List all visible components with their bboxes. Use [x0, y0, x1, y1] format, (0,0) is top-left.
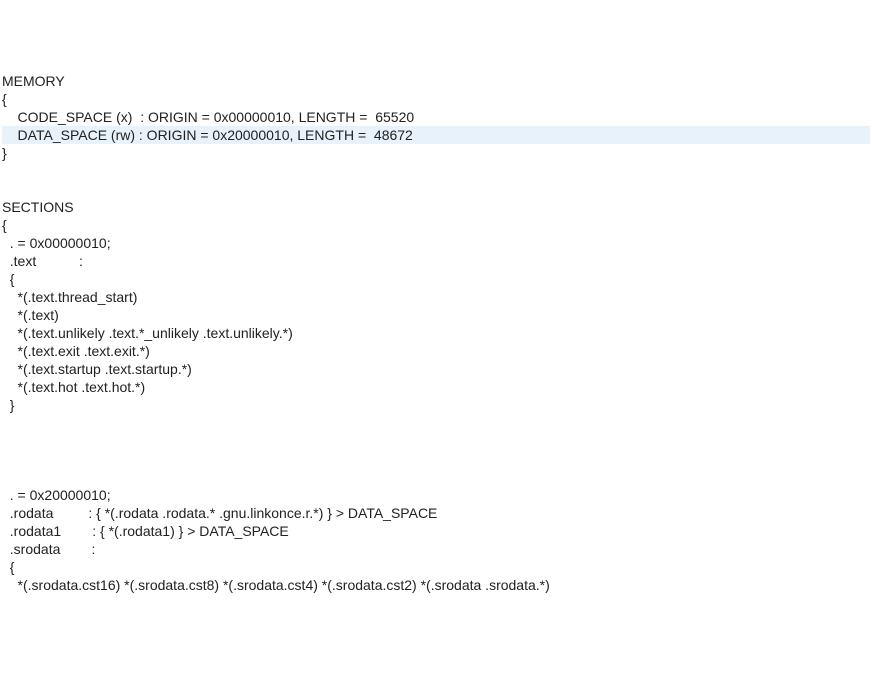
code-line: . = 0x00000010;: [2, 234, 870, 252]
code-line: *(.srodata.cst16) *(.srodata.cst8) *(.sr…: [2, 576, 870, 594]
code-line: *(.text.exit .text.exit.*): [2, 342, 870, 360]
code-line: [2, 414, 870, 432]
code-line: .srodata :: [2, 540, 870, 558]
code-line: .rodata1 : { *(.rodata1) } > DATA_SPACE: [2, 522, 870, 540]
code-line: . = 0x20000010;: [2, 486, 870, 504]
code-line: [2, 450, 870, 468]
linker-script-code: MEMORY{ CODE_SPACE (x) : ORIGIN = 0x0000…: [0, 72, 872, 594]
code-line: DATA_SPACE (rw) : ORIGIN = 0x20000010, L…: [2, 126, 870, 144]
code-line: {: [2, 558, 870, 576]
code-line: {: [2, 216, 870, 234]
code-line: {: [2, 270, 870, 288]
code-line: [2, 432, 870, 450]
code-line: *(.text): [2, 306, 870, 324]
code-line: *(.text.unlikely .text.*_unlikely .text.…: [2, 324, 870, 342]
code-line: .text :: [2, 252, 870, 270]
code-line: }: [2, 144, 870, 162]
code-line: [2, 468, 870, 486]
code-line: *(.text.startup .text.startup.*): [2, 360, 870, 378]
code-line: CODE_SPACE (x) : ORIGIN = 0x00000010, LE…: [2, 108, 870, 126]
code-line: SECTIONS: [2, 198, 870, 216]
code-line: {: [2, 90, 870, 108]
code-line: *(.text.thread_start): [2, 288, 870, 306]
code-line: }: [2, 396, 870, 414]
code-line: [2, 180, 870, 198]
code-line: .rodata : { *(.rodata .rodata.* .gnu.lin…: [2, 504, 870, 522]
code-line: [2, 162, 870, 180]
code-line: *(.text.hot .text.hot.*): [2, 378, 870, 396]
code-line: MEMORY: [2, 72, 870, 90]
